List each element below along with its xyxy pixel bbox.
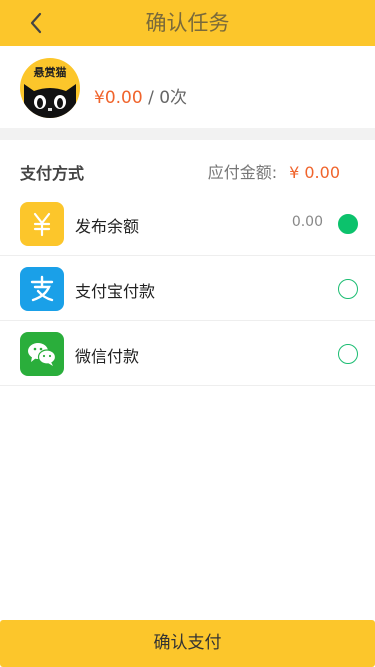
payment-section-title: 支付方式	[20, 164, 85, 183]
yen-icon	[20, 202, 64, 246]
price-separator: /	[142, 88, 160, 108]
payment-method-label: 支付宝付款	[75, 282, 156, 301]
payment-header: 支付方式 应付金额: ¥ 0.00	[0, 140, 375, 194]
logo-text: 悬赏猫	[33, 65, 67, 79]
payment-method-balance[interactable]: 发布余额 0.00	[0, 191, 375, 256]
task-amount: ¥0.00	[94, 88, 143, 108]
amount-due: 应付金额: ¥ 0.00	[208, 159, 340, 183]
payment-method-alipay[interactable]: 支付宝付款	[0, 256, 375, 321]
confirm-payment-button[interactable]: 确认支付	[0, 620, 375, 667]
alipay-icon	[20, 267, 64, 311]
task-price: ¥0.00 / 0次	[94, 83, 187, 108]
payment-method-label: 发布余额	[75, 217, 140, 236]
payment-method-wechat[interactable]: 微信付款	[0, 321, 375, 386]
page-title: 确认任务	[145, 11, 230, 35]
radio-alipay[interactable]	[338, 279, 358, 299]
radio-balance[interactable]	[338, 214, 358, 234]
amount-due-value: ¥ 0.00	[289, 163, 340, 182]
radio-wechat[interactable]	[338, 344, 358, 364]
cat-logo-avatar: 悬赏猫	[20, 58, 80, 118]
header-bar: 确认任务	[0, 0, 375, 46]
balance-value: 0.00	[291, 214, 323, 230]
section-divider	[0, 128, 375, 140]
wechat-icon	[20, 332, 64, 376]
task-count: 0次	[159, 88, 188, 108]
task-card: 悬赏猫 ¥0.00 / 0次	[0, 46, 375, 128]
payment-method-label: 微信付款	[75, 347, 140, 366]
amount-due-label: 应付金额:	[207, 163, 278, 182]
